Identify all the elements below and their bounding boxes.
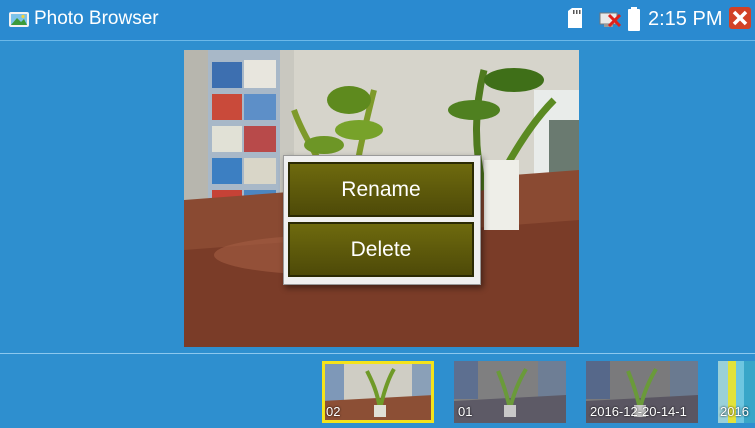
thumbnail-strip[interactable]: 02 01 2016-12-20-14-1 2016 <box>0 353 755 428</box>
thumbnail-label: 2016-12-20-14-1 <box>590 404 687 419</box>
thumbnail-2016[interactable]: 2016 <box>718 361 755 423</box>
thumbnail-02[interactable]: 02 <box>322 361 434 423</box>
thumbnail-2016-12-20-14-1[interactable]: 2016-12-20-14-1 <box>586 361 698 423</box>
thumbnail-label: 01 <box>458 404 473 419</box>
network-disconnected-icon <box>599 12 622 28</box>
clock: 2:15 PM <box>648 8 723 30</box>
delete-button[interactable]: Delete <box>288 222 474 277</box>
thumbnail-01[interactable]: 01 <box>454 361 566 423</box>
sd-card-icon <box>568 8 582 28</box>
app-title: Photo Browser <box>34 8 159 29</box>
battery-icon <box>628 7 640 31</box>
close-button[interactable] <box>729 7 751 29</box>
thumbnail-label: 02 <box>326 404 341 419</box>
photo-app-icon <box>9 12 29 27</box>
title-bar: Photo Browser 2:15 PM <box>0 0 755 41</box>
close-icon <box>732 10 748 26</box>
rename-button[interactable]: Rename <box>288 162 474 217</box>
context-menu: Rename Delete <box>283 155 481 285</box>
thumbnail-label: 2016 <box>720 404 749 419</box>
